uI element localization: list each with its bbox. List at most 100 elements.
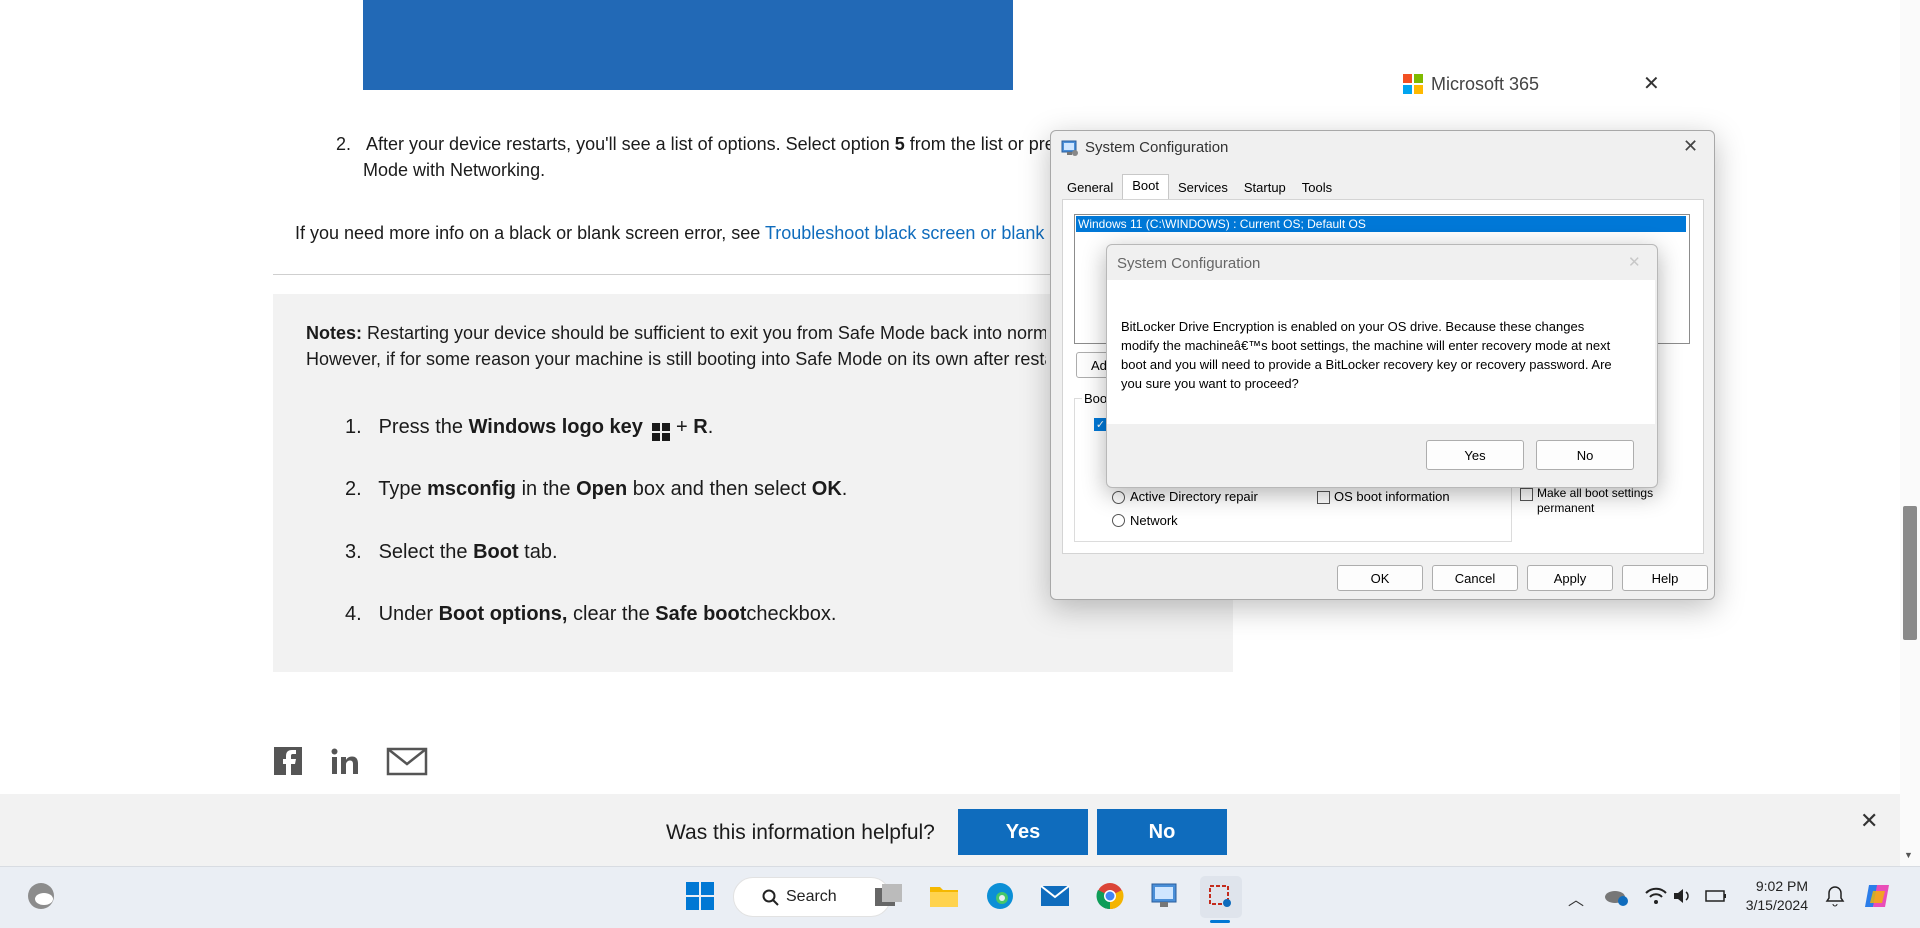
scrollbar-thumb[interactable] <box>1903 506 1917 640</box>
list-item: 4. Under Boot options, clear the Safe bo… <box>345 600 836 628</box>
notifications-bell-icon[interactable] <box>1819 880 1851 912</box>
step-2-text-cont: Mode with Networking. <box>363 160 546 180</box>
list-item: 2. Type msconfig in the Open box and the… <box>345 475 847 503</box>
edge-browser-icon[interactable] <box>984 880 1016 912</box>
email-icon[interactable] <box>386 746 428 778</box>
feedback-bar <box>0 794 1900 866</box>
tab-startup[interactable]: Startup <box>1237 178 1293 200</box>
step-bold: 5 <box>894 134 905 154</box>
facebook-icon[interactable] <box>273 746 305 778</box>
list-bold: msconfig <box>427 478 517 500</box>
tab-services[interactable]: Services <box>1171 178 1235 200</box>
dialog-close-icon[interactable]: ✕ <box>1628 253 1641 271</box>
step-text: from the list or press <box>904 134 1073 154</box>
list-text: . <box>841 478 848 500</box>
notes-text: Notes: Restarting your device should be … <box>306 320 1046 372</box>
dialog-no-button[interactable]: No <box>1536 440 1634 470</box>
tab-boot[interactable]: Boot <box>1122 174 1169 200</box>
make-permanent-checkbox[interactable] <box>1520 488 1533 501</box>
msconfig-app-icon <box>1061 139 1079 157</box>
ad-repair-radio[interactable] <box>1112 491 1125 504</box>
list-bold: Boot options, <box>438 603 568 625</box>
window-title: System Configuration <box>1085 139 1229 156</box>
os-boot-info-label: OS boot information <box>1334 489 1450 504</box>
feedback-no-button[interactable]: No <box>1097 809 1227 855</box>
m365-close-icon[interactable]: ✕ <box>1643 71 1660 96</box>
feedback-close-icon[interactable]: ✕ <box>1860 808 1878 834</box>
search-icon <box>762 889 779 906</box>
os-list-item[interactable]: Windows 11 (C:\WINDOWS) : Current OS; De… <box>1075 215 1687 233</box>
tab-general[interactable]: General <box>1060 178 1120 200</box>
ok-button[interactable]: OK <box>1337 565 1423 591</box>
cancel-button[interactable]: Cancel <box>1432 565 1518 591</box>
window-close-icon[interactable]: ✕ <box>1683 136 1698 157</box>
list-text: Type <box>378 478 428 500</box>
msconfig-taskbar-icon[interactable] <box>1149 880 1181 912</box>
notes-line-2: However, if for some reason your machine… <box>306 349 1046 369</box>
troubleshoot-link[interactable]: Troubleshoot black screen or blank scre <box>765 223 1084 243</box>
apply-button[interactable]: Apply <box>1527 565 1613 591</box>
notes-label: Notes: <box>306 323 363 343</box>
microsoft-logo-icon <box>1403 74 1423 94</box>
windows-logo-icon <box>652 423 671 441</box>
taskbar <box>0 866 1920 928</box>
list-text: Under <box>378 603 439 625</box>
dialog-title: System Configuration <box>1117 255 1261 272</box>
taskbar-search[interactable]: Search <box>733 877 891 917</box>
copilot-icon[interactable] <box>1862 880 1894 912</box>
network-radio[interactable] <box>1112 514 1125 527</box>
list-text: tab. <box>518 541 558 563</box>
tab-tools[interactable]: Tools <box>1295 178 1339 200</box>
list-item: 3. Select the Boot tab. <box>345 538 558 566</box>
battery-icon[interactable] <box>1700 880 1732 912</box>
onedrive-icon[interactable] <box>1600 880 1632 912</box>
chrome-icon[interactable] <box>1094 880 1126 912</box>
system-clock[interactable]: 9:02 PM 3/15/2024 <box>1738 877 1808 915</box>
show-hidden-icons-chevron-icon[interactable]: ︿ <box>1568 886 1584 910</box>
active-app-indicator <box>1210 920 1230 923</box>
microsoft-365-banner: Microsoft 365 <box>1403 71 1539 97</box>
step-number: 2. <box>336 134 352 154</box>
page-scrollbar[interactable] <box>1900 0 1920 866</box>
clock-date: 3/15/2024 <box>1745 897 1808 913</box>
os-boot-info-checkbox[interactable] <box>1317 491 1330 504</box>
list-text: + <box>670 416 694 438</box>
step-text: After your device restarts, you'll see a… <box>366 134 895 154</box>
list-bold: Open <box>576 478 628 500</box>
m365-label: Microsoft 365 <box>1431 73 1540 94</box>
blank-screen-paragraph: If you need more info on a black or blan… <box>295 220 1083 246</box>
mail-icon[interactable] <box>1039 880 1071 912</box>
network-label: Network <box>1130 513 1178 528</box>
list-text: in the <box>516 478 577 500</box>
list-number: 2. <box>345 478 362 500</box>
paragraph-text: If you need more info on a black or blan… <box>295 223 765 243</box>
tab-strip: General Boot Services Startup Tools <box>1060 174 1341 200</box>
list-number: 1. <box>345 416 362 438</box>
list-bold: Safe boot <box>655 603 747 625</box>
list-bold: R <box>693 416 708 438</box>
file-explorer-icon[interactable] <box>928 880 960 912</box>
scroll-down-arrow-icon[interactable]: ▼ <box>1904 850 1913 860</box>
start-button-windows-icon[interactable] <box>684 880 716 912</box>
weather-icon[interactable] <box>25 880 57 912</box>
list-text: Press the <box>378 416 469 438</box>
linkedin-icon[interactable] <box>330 746 362 778</box>
task-view-icon[interactable] <box>873 880 905 912</box>
list-text: box and then select <box>627 478 812 500</box>
dialog-message: BitLocker Drive Encryption is enabled on… <box>1121 319 1612 391</box>
feedback-yes-button[interactable]: Yes <box>958 809 1088 855</box>
list-text: Select the <box>378 541 474 563</box>
video-thumbnail[interactable] <box>363 0 1013 90</box>
list-number: 4. <box>345 603 362 625</box>
search-label: Search <box>786 888 837 905</box>
help-button[interactable]: Help <box>1622 565 1708 591</box>
ad-repair-label: Active Directory repair <box>1130 489 1258 504</box>
list-text: checkbox. <box>746 603 837 625</box>
make-permanent-label: Make all boot settings permanent <box>1537 486 1654 515</box>
snipping-tool-icon[interactable] <box>1200 876 1242 918</box>
volume-icon[interactable] <box>1667 880 1699 912</box>
notes-line-1: Restarting your device should be suffici… <box>362 323 1046 343</box>
dialog-yes-button[interactable]: Yes <box>1426 440 1524 470</box>
list-text: clear the <box>567 603 656 625</box>
list-bold: Boot <box>473 541 519 563</box>
